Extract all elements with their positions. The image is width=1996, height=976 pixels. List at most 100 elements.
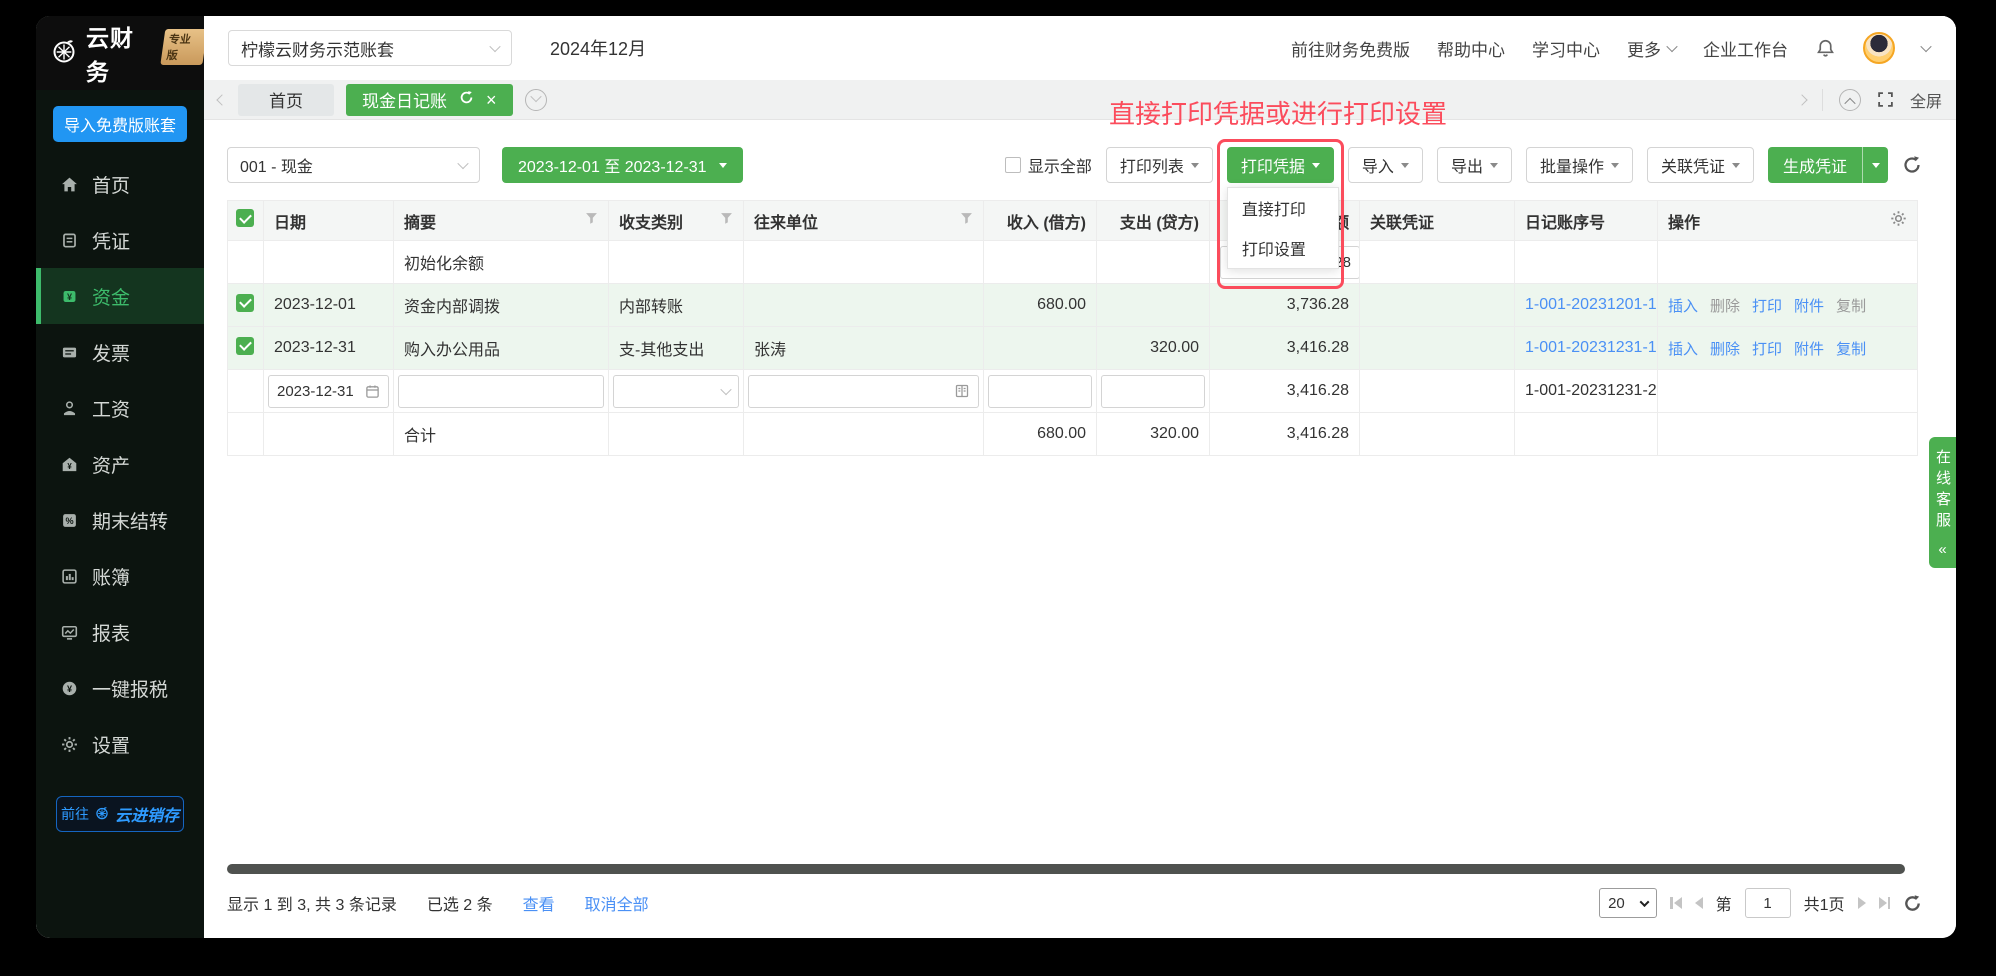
caret-down-icon <box>1489 162 1498 168</box>
row-checkbox[interactable] <box>236 293 254 312</box>
first-page-button[interactable] <box>1670 897 1682 909</box>
horizontal-scrollbar[interactable] <box>227 864 1906 874</box>
user-avatar[interactable] <box>1863 32 1895 64</box>
print-voucher-wrap: 打印凭据 直接打印 打印设置 <box>1216 139 1344 289</box>
delete-action[interactable]: 删除 <box>1710 295 1740 316</box>
tax-filing-icon: ¥ <box>60 679 79 698</box>
tab-label: 现金日记账 <box>362 92 447 111</box>
show-all-checkbox[interactable] <box>1004 157 1021 173</box>
menu-item-print-settings[interactable]: 打印设置 <box>1228 228 1338 268</box>
range-info: 显示 1 到 3, 共 3 条记录 <box>227 897 397 914</box>
link-voucher-button[interactable]: 关联凭证 <box>1646 147 1754 183</box>
sidebar-item-salary[interactable]: 工资 <box>36 380 204 436</box>
collapse-up-icon[interactable] <box>1838 88 1861 111</box>
cell-income <box>983 326 1097 370</box>
filter-icon[interactable] <box>585 212 598 230</box>
sidebar-item-voucher[interactable]: 凭证 <box>36 212 204 268</box>
column-settings-gear-icon[interactable] <box>1890 210 1907 232</box>
pagination: 20 第 共1页 <box>1599 888 1922 918</box>
copy-action[interactable]: 复制 <box>1836 295 1866 316</box>
sidebar-item-invoice[interactable]: 发票 <box>36 324 204 380</box>
filter-icon[interactable] <box>720 212 733 230</box>
print-action[interactable]: 打印 <box>1752 338 1782 359</box>
entry-expense-input[interactable] <box>1101 374 1205 408</box>
export-button[interactable]: 导出 <box>1436 147 1512 183</box>
sidebar-item-reports[interactable]: 报表 <box>36 604 204 660</box>
chevron-down-icon[interactable] <box>1920 40 1932 53</box>
close-icon[interactable]: × <box>486 91 497 109</box>
prev-page-button[interactable] <box>1694 897 1703 909</box>
import-free-account-button[interactable]: 导入免费版账套 <box>53 106 187 142</box>
col-expense: 支出 (贷方) <box>1096 200 1210 241</box>
sidebar-item-home[interactable]: 首页 <box>36 156 204 212</box>
nav-help-center[interactable]: 帮助中心 <box>1437 36 1505 61</box>
fullscreen-icon[interactable] <box>1877 91 1894 108</box>
entry-date-input[interactable]: 2023-12-31 <box>268 374 389 408</box>
show-all-option: 显示全部 <box>1004 153 1092 177</box>
batch-operations-button[interactable]: 批量操作 <box>1525 147 1633 183</box>
print-voucher-button[interactable]: 打印凭据 <box>1226 147 1334 183</box>
sidebar-item-label: 发票 <box>92 343 131 365</box>
tab-cash-journal[interactable]: 现金日记账 × <box>346 83 513 116</box>
nav-learning-center[interactable]: 学习中心 <box>1532 36 1600 61</box>
cash-account-select[interactable]: 001 - 现金 <box>227 147 480 183</box>
online-support-tab[interactable]: 在线客服 « <box>1929 437 1956 568</box>
entry-category-select[interactable] <box>613 374 739 408</box>
nav-workspace[interactable]: 企业工作台 <box>1703 36 1788 61</box>
page-size-select[interactable]: 20 <box>1599 888 1658 918</box>
attachment-action[interactable]: 附件 <box>1794 295 1824 316</box>
journal-no-link[interactable]: 1-001-20231201-1 <box>1525 296 1657 313</box>
page-number-input[interactable] <box>1744 888 1791 918</box>
print-action[interactable]: 打印 <box>1752 295 1782 316</box>
col-counterparty: 往来单位 <box>743 200 984 241</box>
refresh-icon[interactable] <box>1903 894 1922 913</box>
insert-action[interactable]: 插入 <box>1668 338 1698 359</box>
tab-home[interactable]: 首页 <box>238 83 334 116</box>
last-page-button[interactable] <box>1878 897 1890 909</box>
journal-no-link[interactable]: 1-001-20231231-1 <box>1525 339 1657 356</box>
refresh-icon[interactable] <box>1902 155 1922 175</box>
sidebar-item-books[interactable]: 账簿 <box>36 548 204 604</box>
refresh-icon[interactable] <box>459 90 474 110</box>
view-selected-link[interactable]: 查看 <box>523 891 555 915</box>
insert-action[interactable]: 插入 <box>1668 295 1698 316</box>
sidebar-item-tax-filing[interactable]: ¥ 一键报税 <box>36 660 204 716</box>
select-all-checkbox[interactable] <box>236 209 254 227</box>
nav-free-version[interactable]: 前往财务免费版 <box>1291 36 1410 61</box>
entry-summary-input[interactable] <box>398 374 604 408</box>
sidebar-item-period-closing[interactable]: % 期末结转 <box>36 492 204 548</box>
copy-action[interactable]: 复制 <box>1836 338 1866 359</box>
date-range-button[interactable]: 2023-12-01 至 2023-12-31 <box>502 147 743 183</box>
app-window: 云财务 专业版 导入免费版账套 首页 凭证 ¥ 资金 发票 工资 ¥ 资产 % … <box>36 16 1956 938</box>
export-label: 导出 <box>1450 159 1483 176</box>
delete-action[interactable]: 删除 <box>1710 338 1740 359</box>
tab-list-chevron-icon[interactable] <box>524 88 547 111</box>
generate-voucher-button[interactable]: 生成凭证 <box>1767 147 1862 183</box>
row-checkbox[interactable] <box>236 336 254 355</box>
sidebar-item-settings[interactable]: 设置 <box>36 716 204 772</box>
cancel-all-link[interactable]: 取消全部 <box>585 891 649 915</box>
print-list-button[interactable]: 打印列表 <box>1105 147 1213 183</box>
sidebar-item-funds[interactable]: ¥ 资金 <box>36 268 204 324</box>
app-logo-text: 云财务 <box>86 25 134 85</box>
entry-income-input[interactable] <box>988 374 1092 408</box>
notification-bell-icon[interactable] <box>1815 38 1836 59</box>
next-page-button[interactable] <box>1857 897 1866 909</box>
fullscreen-label[interactable]: 全屏 <box>1910 88 1942 112</box>
nav-more[interactable]: 更多 <box>1627 36 1678 61</box>
chevron-right-icon[interactable] <box>1796 93 1808 106</box>
goto-inventory-button[interactable]: 前往 云进销存 <box>56 796 184 832</box>
menu-item-direct-print[interactable]: 直接打印 <box>1228 188 1338 228</box>
sidebar-item-assets[interactable]: ¥ 资产 <box>36 436 204 492</box>
entry-counterparty-input[interactable] <box>748 374 979 408</box>
init-balance-row: 初始化余额 3056.28 <box>227 240 1918 284</box>
contacts-book-icon[interactable] <box>954 383 970 399</box>
account-set-select[interactable]: 柠檬云财务示范账套 <box>228 30 512 66</box>
import-button[interactable]: 导入 <box>1347 147 1423 183</box>
chevron-left-icon[interactable] <box>216 93 228 106</box>
col-counterparty-label: 往来单位 <box>754 214 819 232</box>
filter-icon[interactable] <box>960 212 973 230</box>
generate-voucher-caret[interactable] <box>1862 147 1888 183</box>
attachment-action[interactable]: 附件 <box>1794 338 1824 359</box>
svg-text:%: % <box>65 516 73 526</box>
